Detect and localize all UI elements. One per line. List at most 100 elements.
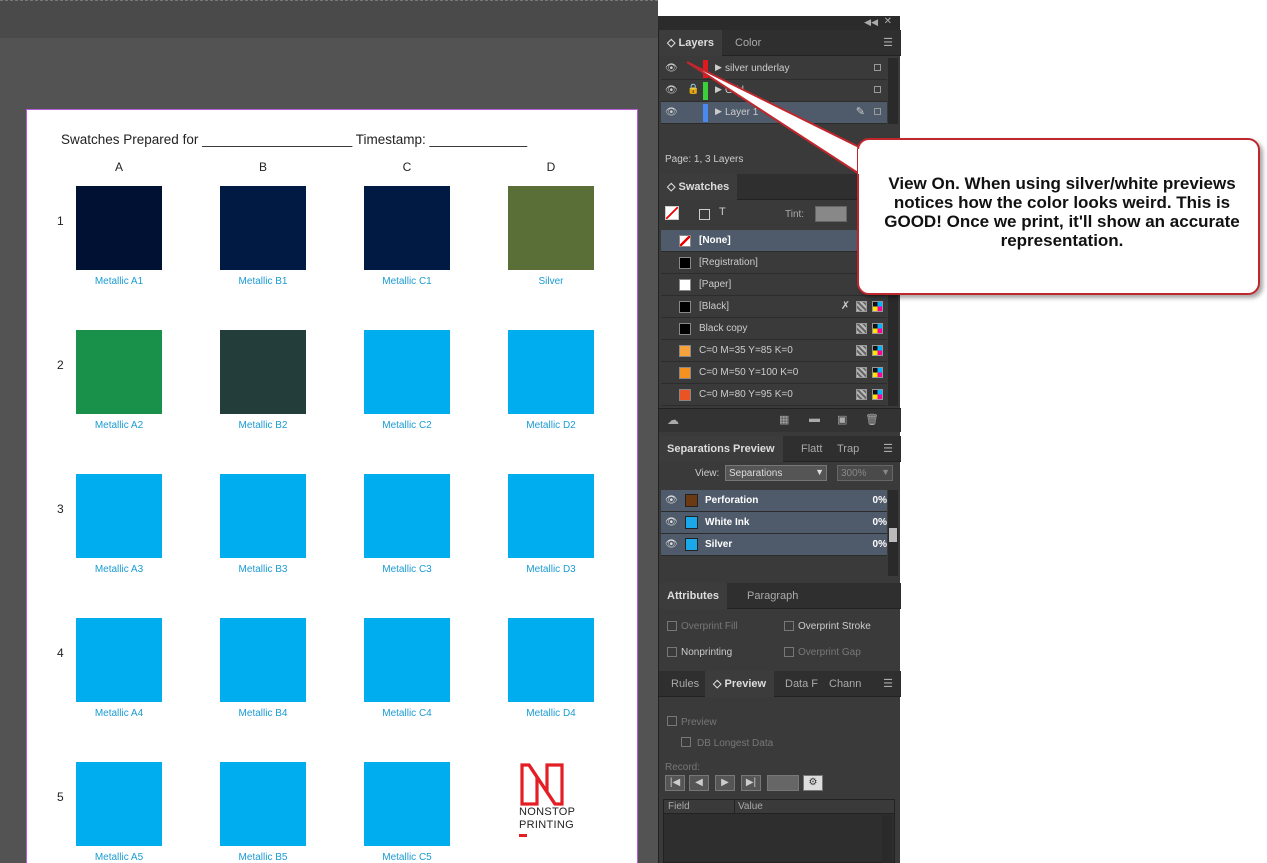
- swatch-square[interactable]: [508, 330, 594, 414]
- visibility-eye-icon[interactable]: 👁: [665, 517, 678, 528]
- visibility-eye-icon[interactable]: 👁: [665, 495, 678, 506]
- layer-select-square[interactable]: [874, 86, 881, 93]
- swatch-list-item[interactable]: [Registration]✗: [661, 252, 887, 274]
- swatch-square[interactable]: [508, 186, 594, 270]
- expand-triangle-icon[interactable]: ▶: [715, 84, 722, 95]
- view-select[interactable]: Separations ▼: [725, 465, 827, 481]
- separations-scrollbar[interactable]: [888, 490, 898, 576]
- document-canvas[interactable]: Swatches Prepared for __________________…: [0, 0, 658, 863]
- swatch-list-item[interactable]: [Paper]: [661, 274, 887, 296]
- swatch-list-item[interactable]: [None]✗: [661, 230, 887, 252]
- tab-trap[interactable]: Trap: [829, 436, 867, 462]
- tab-color[interactable]: Color: [727, 30, 769, 56]
- preview-panel-menu-icon[interactable]: ☰: [883, 677, 893, 690]
- swatch-square[interactable]: [76, 330, 162, 414]
- separations-scroll-thumb[interactable]: [889, 528, 897, 542]
- db-longest-checkbox[interactable]: [681, 737, 691, 747]
- swatch-list-item[interactable]: Black copy: [661, 318, 887, 340]
- overprint-stroke-checkbox[interactable]: [784, 621, 794, 631]
- delete-swatch-icon[interactable]: 🗑: [865, 413, 879, 426]
- row-label-5: 5: [57, 790, 64, 804]
- process-color-icon: [856, 367, 867, 378]
- visibility-eye-icon[interactable]: 👁: [665, 85, 678, 96]
- record-number-input[interactable]: [767, 775, 799, 791]
- swatch-view-icon[interactable]: ▦: [779, 413, 789, 426]
- swatch-label: Metallic C5: [382, 852, 432, 863]
- swatch-list-item[interactable]: C=0 M=50 Y=100 K=0: [661, 362, 887, 384]
- tab-rules[interactable]: Rules: [663, 671, 707, 697]
- visibility-eye-icon[interactable]: 👁: [665, 107, 678, 118]
- db-longest-label: DB Longest Data: [697, 738, 774, 749]
- collapse-panels-icon[interactable]: ◀◀: [864, 17, 878, 28]
- cloud-library-icon[interactable]: ☁: [667, 413, 679, 427]
- field-table-scrollbar[interactable]: [882, 815, 892, 863]
- swatch-square[interactable]: [76, 618, 162, 702]
- tab-flattener[interactable]: Flatt: [793, 436, 830, 462]
- swatch-square[interactable]: [364, 186, 450, 270]
- swatch-list-item[interactable]: C=0 M=80 Y=95 K=0: [661, 384, 887, 406]
- separation-row[interactable]: 👁 White Ink 0%: [661, 512, 887, 534]
- visibility-eye-icon[interactable]: 👁: [665, 63, 678, 74]
- tab-layers[interactable]: ◇ Layers: [659, 30, 722, 56]
- swatch-square[interactable]: [220, 330, 306, 414]
- swatch-square[interactable]: [220, 618, 306, 702]
- swatch-square[interactable]: [220, 762, 306, 846]
- separations-panel-menu-icon[interactable]: ☰: [883, 442, 893, 455]
- swatch-square[interactable]: [364, 618, 450, 702]
- visibility-eye-icon[interactable]: 👁: [665, 539, 678, 550]
- swatches-footer: ☁ ▦ ▬ ▣ 🗑: [659, 408, 901, 432]
- tab-paragraph[interactable]: Paragraph: [739, 583, 806, 609]
- refresh-icon[interactable]: ⚙: [803, 775, 823, 791]
- separation-row[interactable]: 👁 Perforation 0%: [661, 490, 887, 512]
- lock-icon[interactable]: 🔒: [687, 84, 699, 95]
- swatch-label: Metallic C1: [382, 276, 432, 287]
- tab-swatches[interactable]: ◇ Swatches: [659, 174, 738, 200]
- nonprinting-checkbox[interactable]: [667, 647, 677, 657]
- tab-preview[interactable]: ◇ Preview: [705, 671, 775, 697]
- swatch-square[interactable]: [364, 474, 450, 558]
- close-icon[interactable]: ✕: [884, 16, 892, 27]
- swatch-square[interactable]: [364, 330, 450, 414]
- overprint-fill-checkbox[interactable]: [667, 621, 677, 631]
- layer-select-square[interactable]: [874, 108, 881, 115]
- tab-data-merge[interactable]: Data F: [777, 671, 826, 697]
- zoom-select[interactable]: 300% ▼: [837, 465, 893, 481]
- swatch-square[interactable]: [76, 474, 162, 558]
- separation-row[interactable]: 👁 Silver 0%: [661, 534, 887, 556]
- first-record-button[interactable]: |◀: [665, 775, 685, 791]
- new-group-icon[interactable]: ▬: [809, 413, 820, 425]
- swatch-square[interactable]: [220, 186, 306, 270]
- last-record-button[interactable]: ▶|: [741, 775, 761, 791]
- layers-panel-menu-icon[interactable]: ☰: [883, 36, 893, 49]
- fill-none-icon[interactable]: [665, 206, 679, 220]
- stroke-box-icon[interactable]: [699, 209, 710, 220]
- swatch-list-item[interactable]: [Black] ✗: [661, 296, 887, 318]
- layers-scrollbar[interactable]: [888, 58, 898, 124]
- layer-row[interactable]: 👁 ▶ silver underlay: [661, 58, 887, 80]
- text-formatting-icon[interactable]: T: [719, 206, 726, 218]
- preview-checkbox[interactable]: [667, 716, 677, 726]
- overprint-gap-checkbox[interactable]: [784, 647, 794, 657]
- tab-separations-preview[interactable]: Separations Preview: [659, 436, 783, 462]
- document-page[interactable]: Swatches Prepared for __________________…: [26, 109, 638, 863]
- tab-attributes[interactable]: Attributes: [659, 583, 727, 609]
- swatch-list-item[interactable]: C=0 M=35 Y=85 K=0: [661, 340, 887, 362]
- expand-triangle-icon[interactable]: ▶: [715, 62, 722, 73]
- new-swatch-icon[interactable]: ▣: [837, 413, 847, 426]
- swatch-square[interactable]: [364, 762, 450, 846]
- swatch-square[interactable]: [508, 474, 594, 558]
- cmyk-mode-icon: [872, 323, 883, 334]
- tint-input[interactable]: [815, 206, 847, 222]
- swatch-square[interactable]: [76, 186, 162, 270]
- next-record-button[interactable]: ▶: [715, 775, 735, 791]
- prev-record-button[interactable]: ◀: [689, 775, 709, 791]
- cmyk-mode-icon: [872, 301, 883, 312]
- swatch-square[interactable]: [508, 618, 594, 702]
- expand-triangle-icon[interactable]: ▶: [715, 106, 722, 117]
- swatch-square[interactable]: [220, 474, 306, 558]
- swatch-square[interactable]: [76, 762, 162, 846]
- layer-row[interactable]: 👁 🔒 ▶ Grid: [661, 80, 887, 102]
- tab-channels[interactable]: Chann: [821, 671, 869, 697]
- layer-select-square[interactable]: [874, 64, 881, 71]
- layer-row[interactable]: 👁 ▶ Layer 1 ✎: [661, 102, 887, 124]
